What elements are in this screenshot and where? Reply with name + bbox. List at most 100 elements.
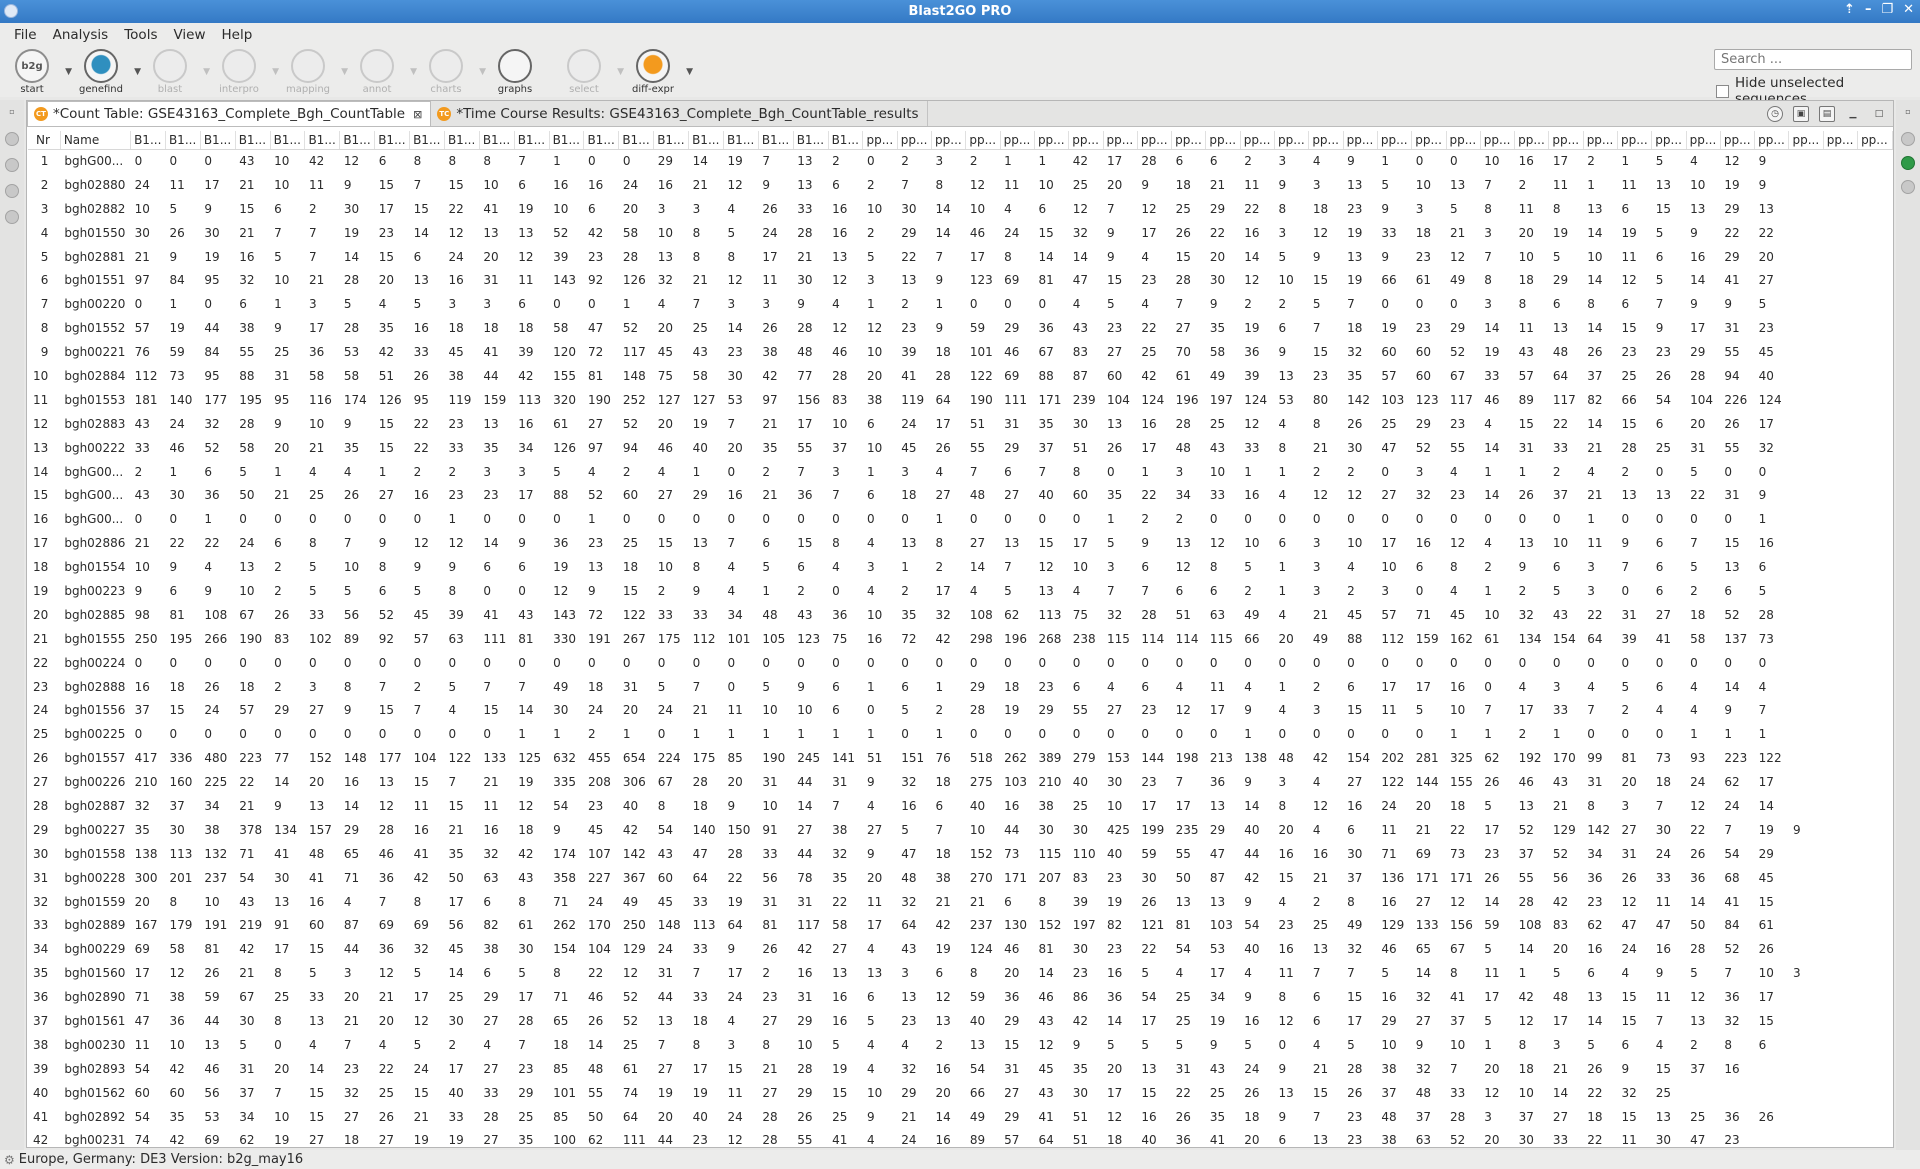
column-header[interactable]: Name <box>60 131 132 150</box>
gene-name-cell[interactable]: bgh02885 <box>60 603 130 627</box>
count-cell[interactable]: 47 <box>1377 436 1411 460</box>
count-cell[interactable]: 20 <box>131 890 166 914</box>
count-cell[interactable]: 23 <box>584 531 619 555</box>
count-cell[interactable]: 15 <box>1720 531 1754 555</box>
count-cell[interactable]: 46 <box>828 340 863 364</box>
count-cell[interactable]: 33 <box>689 985 724 1009</box>
column-header[interactable]: B1... <box>130 131 166 150</box>
count-cell[interactable]: 114 <box>1172 627 1206 651</box>
count-cell[interactable]: 13 <box>793 149 828 173</box>
count-cell[interactable]: 1 <box>793 722 828 746</box>
count-cell[interactable]: 60 <box>1412 340 1446 364</box>
count-cell[interactable]: 0 <box>863 507 897 531</box>
count-cell[interactable]: 0 <box>966 292 1000 316</box>
count-cell[interactable]: 35 <box>131 818 166 842</box>
count-cell[interactable]: 0 <box>131 507 166 531</box>
count-cell[interactable]: 12 <box>514 245 549 269</box>
count-cell[interactable]: 71 <box>340 866 375 890</box>
count-cell[interactable]: 281 <box>1412 746 1446 770</box>
count-cell[interactable]: 28 <box>375 818 410 842</box>
count-cell[interactable]: 10 <box>863 340 897 364</box>
count-cell[interactable]: 9 <box>689 579 724 603</box>
count-cell[interactable]: 23 <box>1412 316 1446 340</box>
count-cell[interactable]: 14 <box>689 149 724 173</box>
count-cell[interactable]: 12 <box>1240 268 1274 292</box>
count-cell[interactable]: 112 <box>1377 627 1411 651</box>
count-cell[interactable]: 157 <box>305 818 340 842</box>
count-cell[interactable]: 335 <box>549 770 584 794</box>
count-cell[interactable]: 58 <box>549 316 584 340</box>
count-cell[interactable]: 68 <box>1720 866 1754 890</box>
count-cell[interactable]: 8 <box>1446 961 1480 985</box>
count-cell[interactable]: 21 <box>932 890 966 914</box>
count-cell[interactable]: 6 <box>1172 149 1206 173</box>
count-cell[interactable]: 2 <box>410 675 445 699</box>
count-cell[interactable]: 70 <box>1172 340 1206 364</box>
count-cell[interactable]: 18 <box>514 818 549 842</box>
count-cell[interactable]: 0 <box>689 507 724 531</box>
count-cell[interactable]: 44 <box>654 1129 689 1147</box>
count-cell[interactable]: 0 <box>1446 149 1480 173</box>
count-cell[interactable]: 7 <box>793 460 828 484</box>
count-cell[interactable]: 11 <box>305 173 340 197</box>
count-cell[interactable]: 62 <box>1000 603 1034 627</box>
count-cell[interactable]: 1 <box>1755 722 1789 746</box>
count-cell[interactable]: 111 <box>619 1129 654 1147</box>
count-cell[interactable]: 32 <box>479 842 514 866</box>
count-cell[interactable]: 358 <box>549 866 584 890</box>
count-cell[interactable]: 2 <box>305 197 340 221</box>
count-cell[interactable]: 76 <box>932 746 966 770</box>
blast-button[interactable]: blast ▼ <box>142 47 210 95</box>
count-cell[interactable]: 2 <box>1515 173 1549 197</box>
count-cell[interactable]: 35 <box>1343 364 1377 388</box>
count-cell[interactable]: 19 <box>1343 221 1377 245</box>
count-cell[interactable]: 14 <box>1583 316 1617 340</box>
count-cell[interactable]: 26 <box>758 937 793 961</box>
count-cell[interactable]: 8 <box>932 531 966 555</box>
count-cell[interactable]: 49 <box>1309 627 1343 651</box>
count-cell[interactable]: 58 <box>1686 627 1720 651</box>
count-cell[interactable]: 3 <box>723 1033 758 1057</box>
table-row[interactable]: 28 bgh02887 32 37 34 21 9 13 14 12 11 15 11 12 54 23 40 8… <box>28 794 1893 818</box>
column-header[interactable]: pp... <box>1548 131 1584 150</box>
count-cell[interactable]: 51 <box>1069 1129 1103 1147</box>
gene-name-cell[interactable]: bgh00224 <box>60 651 130 675</box>
gene-name-cell[interactable]: bgh00231 <box>60 1129 130 1147</box>
count-cell[interactable]: 13 <box>1549 316 1583 340</box>
count-cell[interactable]: 1 <box>619 292 654 316</box>
count-cell[interactable]: 55 <box>1069 698 1103 722</box>
count-cell[interactable]: 13 <box>584 555 619 579</box>
count-cell[interactable]: 11 <box>479 794 514 818</box>
count-cell[interactable]: 43 <box>235 890 270 914</box>
count-cell[interactable]: 29 <box>897 221 931 245</box>
count-cell[interactable]: 19 <box>1240 316 1274 340</box>
count-cell[interactable]: 8 <box>966 961 1000 985</box>
count-cell[interactable]: 58 <box>305 364 340 388</box>
count-cell[interactable]: 21 <box>1309 866 1343 890</box>
count-cell[interactable]: 71 <box>131 985 166 1009</box>
count-cell[interactable]: 5 <box>514 961 549 985</box>
count-cell[interactable]: 320 <box>549 388 584 412</box>
count-cell[interactable]: 16 <box>1686 245 1720 269</box>
count-cell[interactable]: 23 <box>897 1009 931 1033</box>
count-cell[interactable]: 52 <box>1720 937 1754 961</box>
row-number[interactable]: 14 <box>28 460 60 484</box>
count-cell[interactable]: 13 <box>1275 1081 1309 1105</box>
count-cell[interactable]: 48 <box>584 1057 619 1081</box>
count-cell[interactable]: 3 <box>1480 1105 1514 1129</box>
count-cell[interactable]: 2 <box>1686 579 1720 603</box>
count-cell[interactable]: 2 <box>1240 149 1274 173</box>
count-cell[interactable]: 39 <box>444 603 479 627</box>
count-cell[interactable]: 10 <box>966 197 1000 221</box>
count-cell[interactable]: 4 <box>444 698 479 722</box>
count-cell[interactable]: 53 <box>200 1105 235 1129</box>
count-cell[interactable]: 56 <box>1549 866 1583 890</box>
count-cell[interactable]: 28 <box>1686 364 1720 388</box>
count-cell[interactable]: 16 <box>340 770 375 794</box>
count-cell[interactable]: 18 <box>479 316 514 340</box>
chevron-down-icon[interactable]: ▼ <box>479 67 486 77</box>
count-cell[interactable]: 0 <box>863 651 897 675</box>
count-cell[interactable]: 64 <box>723 914 758 938</box>
count-cell[interactable]: 31 <box>619 675 654 699</box>
annot-button[interactable]: annot ▼ <box>349 47 417 95</box>
